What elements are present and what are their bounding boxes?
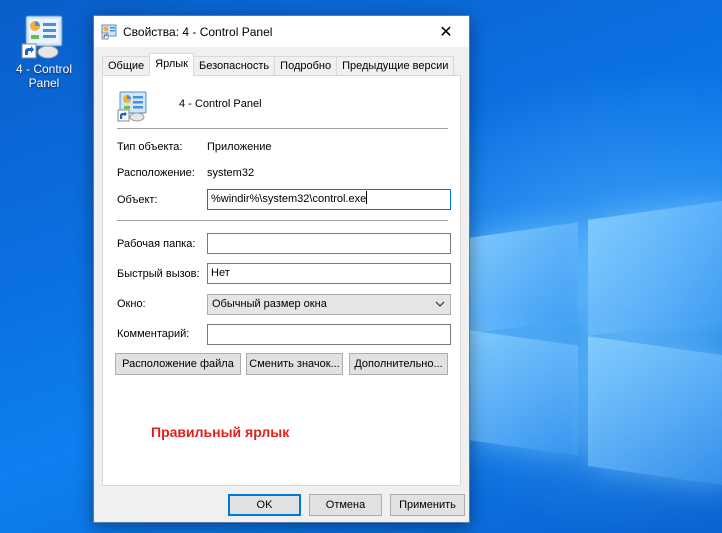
run-value: Обычный размер окна [212,298,327,310]
hotkey-field[interactable]: Нет [207,263,451,284]
tab-security[interactable]: Безопасность [193,56,276,76]
properties-dialog: Свойства: 4 - Control Panel ✕ Общие Ярлы… [93,15,470,523]
control-panel-icon [101,24,117,40]
location-label: Расположение: [117,167,195,179]
cancel-button[interactable]: Отмена [309,494,382,516]
type-value: Приложение [207,141,272,153]
ok-button[interactable]: OK [228,494,301,516]
change-icon-button[interactable]: Сменить значок... [246,353,343,375]
target-field[interactable]: %windir%\system32\control.exe [207,189,451,210]
text-caret [366,191,368,204]
apply-button[interactable]: Применить [390,494,465,516]
close-button[interactable]: ✕ [423,16,469,47]
comment-field[interactable] [207,324,451,345]
run-select[interactable]: Обычный размер окна [207,294,451,315]
dialog-titlebar[interactable]: Свойства: 4 - Control Panel ✕ [94,16,469,47]
separator [117,220,448,221]
separator [117,128,448,129]
desktop-icon-label: 4 - Control Panel [15,62,73,90]
comment-label: Комментарий: [117,328,190,340]
advanced-button[interactable]: Дополнительно... [349,353,448,375]
shortcut-name: 4 - Control Panel [179,98,262,110]
control-panel-icon [117,90,149,122]
start-in-field[interactable] [207,233,451,254]
desktop-shortcut-control-panel[interactable]: 4 - Control Panel [6,14,82,90]
windows-logo-wallpaper [470,200,722,533]
type-label: Тип объекта: [117,141,183,153]
run-label: Окно: [117,298,146,310]
tab-details[interactable]: Подробно [274,56,338,76]
annotation-text: Правильный ярлык [151,424,290,440]
open-file-location-button[interactable]: Расположение файла [115,353,241,375]
target-label: Объект: [117,194,158,206]
tab-strip: Общие Ярлык Безопасность Подробно Предыд… [102,53,455,76]
location-value: system32 [207,167,255,179]
tab-general[interactable]: Общие [102,56,151,76]
start-in-label: Рабочая папка: [117,238,196,250]
dialog-title: Свойства: 4 - Control Panel [123,24,273,39]
tab-previous-versions[interactable]: Предыдущие версии [336,56,455,76]
close-icon: ✕ [439,22,453,41]
control-panel-icon [20,14,68,60]
hotkey-label: Быстрый вызов: [117,268,200,280]
chevron-down-icon [435,295,445,321]
target-value: %windir%\system32\control.exe [211,193,367,205]
tab-shortcut[interactable]: Ярлык [149,53,194,76]
